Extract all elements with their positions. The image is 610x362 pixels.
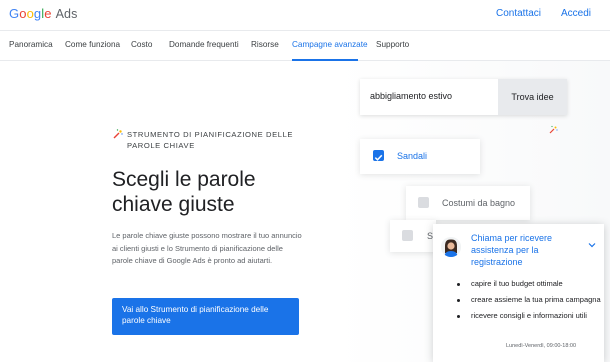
support-hours: Lunedì-Venerdì, 09:00-18:00 [506,343,577,349]
nav-item-support[interactable]: Supporto [376,40,409,49]
chevron-down-icon[interactable] [588,241,596,249]
support-panel-title[interactable]: Chiama per ricevere assistenza per la re… [471,232,589,268]
nav-item-overview[interactable]: Panoramica [9,40,53,49]
google-ads-logo[interactable]: Google Ads [9,6,77,21]
find-ideas-button[interactable]: Trova idee [498,79,567,115]
keyword-card-sandals[interactable]: Sandali [360,139,480,174]
search-card: abbigliamento estivo Trova idee [360,79,567,115]
main-nav: Panoramica Come funziona Costo Domande f… [0,30,610,61]
list-item: capire il tuo budget ottimale [457,278,602,290]
nav-item-cost[interactable]: Costo [131,40,152,49]
call-support-panel: Chiama per ricevere assistenza per la re… [433,224,604,362]
top-header: Google Ads Contattaci Accedi [0,0,610,30]
nav-item-resources[interactable]: Risorse [251,40,279,49]
keyword-planner-icon [113,129,123,139]
checkbox-checked[interactable] [373,150,384,161]
support-agent-avatar [441,237,461,257]
person-icon [441,237,461,257]
keyword-label: Sandali [397,151,428,161]
sparkle-icon [549,125,558,134]
keyword-card-partial[interactable]: S [390,220,436,252]
logo-product-name: Ads [55,7,78,21]
login-link[interactable]: Accedi [561,8,591,19]
keyword-card-swimwear[interactable]: Costumi da bagno [406,186,530,220]
keyword-planner-cta-button[interactable]: Vai allo Strumento di pianificazione del… [112,298,299,335]
check-icon [374,154,383,161]
checkbox-unchecked[interactable] [418,197,429,208]
hero-description: Le parole chiave giuste possono mostrare… [112,231,302,266]
nav-item-how-it-works[interactable]: Come funziona [65,40,120,49]
keyword-search-input[interactable]: abbigliamento estivo [360,79,498,115]
nav-item-advanced-campaigns[interactable]: Campagne avanzate [292,40,368,49]
logo-wordmark: Google [9,6,52,21]
section-eyebrow: Strumento di pianificazione delle parole… [127,130,294,150]
checkbox-unchecked[interactable] [402,230,413,241]
hero-headline: Scegli le parole chiave giuste [112,168,256,216]
nav-item-faq[interactable]: Domande frequenti [169,40,239,49]
contact-link[interactable]: Contattaci [496,8,541,19]
list-item: creare assieme la tua prima campagna [457,294,602,306]
support-benefits-list: capire il tuo budget ottimale creare ass… [457,278,602,326]
keyword-label: Costumi da bagno [442,198,516,208]
list-item: ricevere consigli e informazioni utili [457,310,602,322]
